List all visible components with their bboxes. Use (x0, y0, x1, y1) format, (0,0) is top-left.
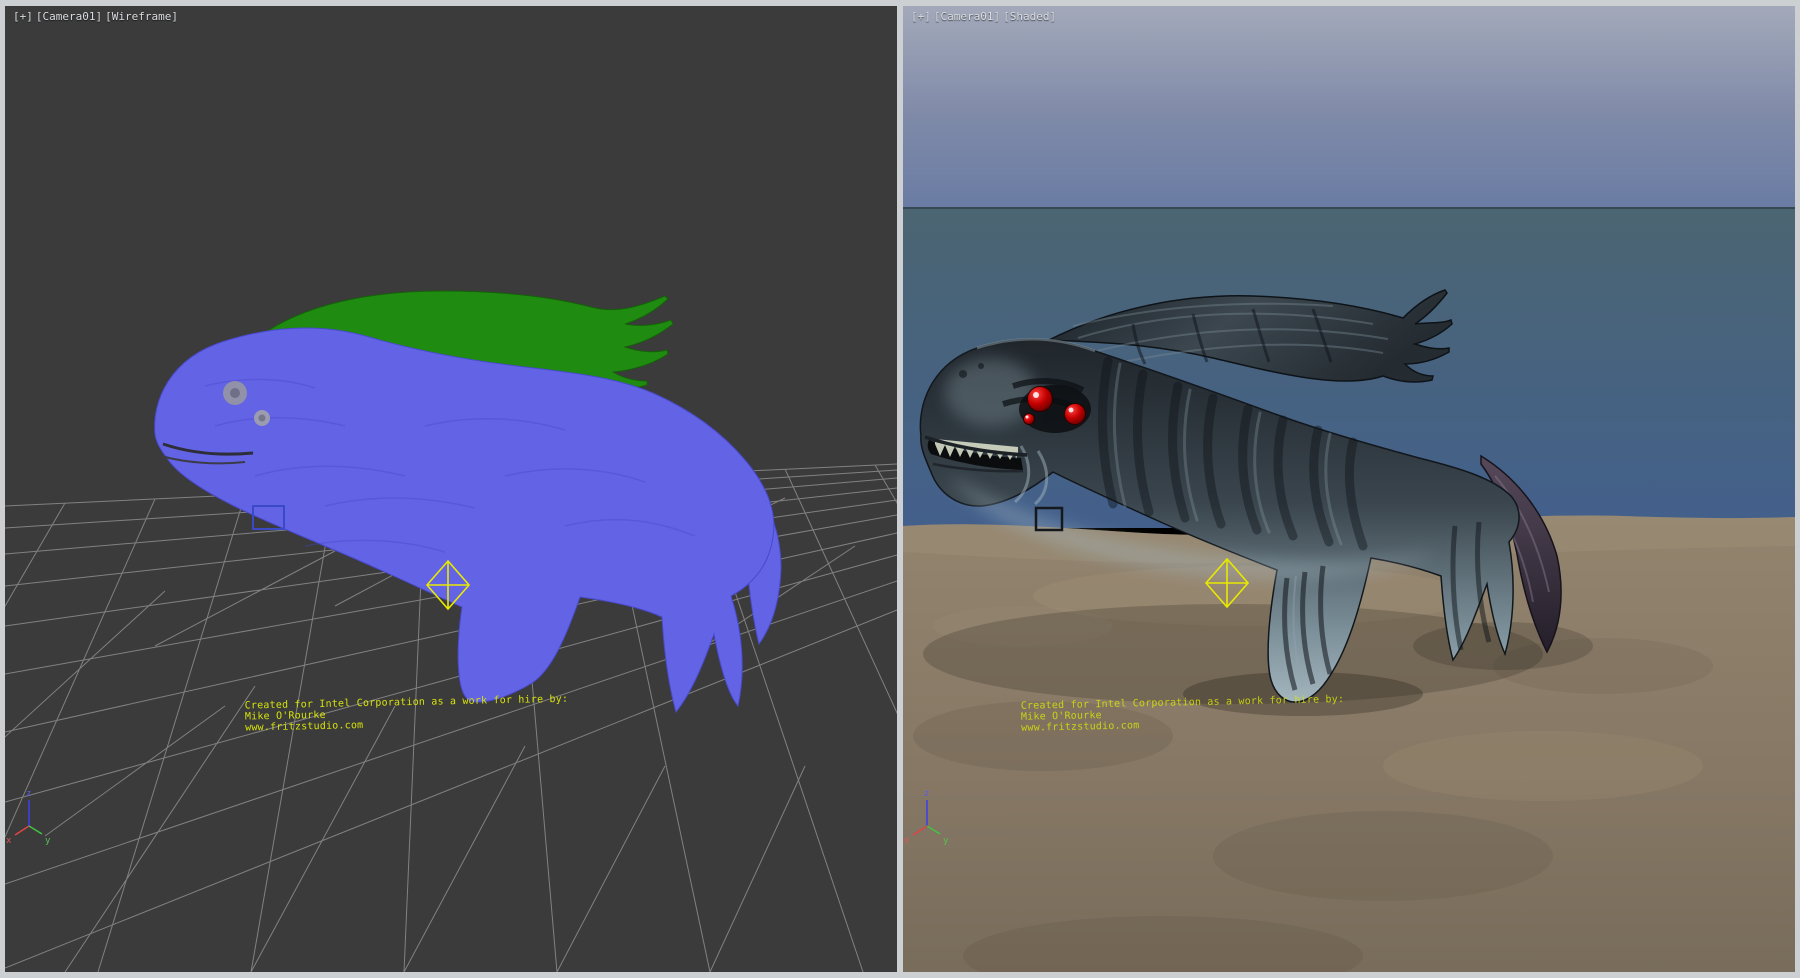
horizon-line (903, 207, 1795, 209)
axis-x-label: x (6, 836, 12, 846)
viewport-menu-camera[interactable]: [Camera01] (36, 10, 102, 23)
nostril-2 (978, 363, 984, 369)
eye-second-highlight (1069, 408, 1074, 413)
viewport-right-shaded[interactable]: Created for Intel Corporation as a work … (903, 6, 1795, 972)
viewport-left-canvas[interactable]: Created for Intel Corporation as a work … (5, 6, 897, 972)
viewport-menu-plus[interactable]: [+] (13, 10, 33, 23)
axis-z-label: z (26, 789, 31, 799)
viewport-menu-plus[interactable]: [+] (911, 10, 931, 23)
viewport-left-wireframe[interactable]: Created for Intel Corporation as a work … (5, 6, 897, 972)
sky (903, 6, 1795, 207)
viewport-menu-shading[interactable]: [Shaded] (1003, 10, 1056, 23)
viewport-menu-shading[interactable]: [Wireframe] (105, 10, 178, 23)
eye-small (1024, 414, 1035, 425)
viewport-left-label: [+] [Camera01] [Wireframe] (13, 10, 178, 23)
application-window: Created for Intel Corporation as a work … (0, 0, 1800, 978)
axis-z-label: z (924, 789, 929, 799)
viewport-right-canvas[interactable]: Created for Intel Corporation as a work … (903, 6, 1795, 972)
axis-y-label: y (943, 836, 949, 846)
eye-main-highlight (1033, 392, 1039, 398)
axis-y-label: y (45, 836, 51, 846)
eye-main (1028, 387, 1053, 412)
eye-spot-small-pupil (259, 415, 266, 422)
eye-spot-large-pupil (230, 388, 240, 398)
viewport-menu-camera[interactable]: [Camera01] (934, 10, 1000, 23)
nostril-1 (959, 370, 967, 378)
viewport-right-label: [+] [Camera01] [Shaded] (911, 10, 1056, 23)
axis-x-label: x (904, 836, 910, 846)
eye-second (1065, 404, 1086, 425)
eye-small-highlight (1026, 416, 1029, 419)
